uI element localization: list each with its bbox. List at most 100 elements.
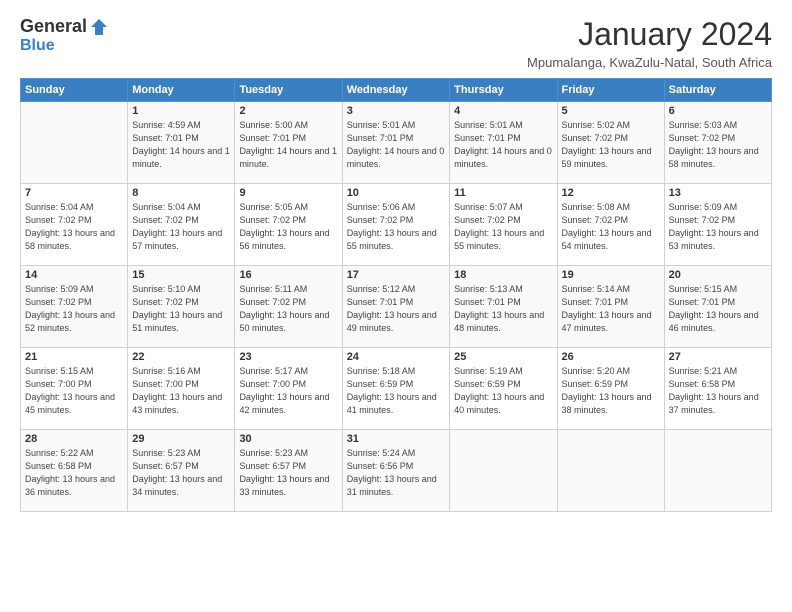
- table-row: 8 Sunrise: 5:04 AMSunset: 7:02 PMDayligh…: [128, 184, 235, 266]
- table-row: 25 Sunrise: 5:19 AMSunset: 6:59 PMDaylig…: [450, 348, 557, 430]
- logo: General Blue: [20, 16, 109, 55]
- day-info: Sunrise: 5:19 AMSunset: 6:59 PMDaylight:…: [454, 365, 552, 417]
- day-info: Sunrise: 5:05 AMSunset: 7:02 PMDaylight:…: [239, 201, 337, 253]
- table-row: 18 Sunrise: 5:13 AMSunset: 7:01 PMDaylig…: [450, 266, 557, 348]
- day-info: Sunrise: 5:02 AMSunset: 7:02 PMDaylight:…: [562, 119, 660, 171]
- table-row: 12 Sunrise: 5:08 AMSunset: 7:02 PMDaylig…: [557, 184, 664, 266]
- calendar-body: 1 Sunrise: 4:59 AMSunset: 7:01 PMDayligh…: [21, 102, 772, 512]
- table-row: 30 Sunrise: 5:23 AMSunset: 6:57 PMDaylig…: [235, 430, 342, 512]
- day-number: 5: [562, 105, 660, 117]
- day-number: 29: [132, 433, 230, 445]
- day-number: 20: [669, 269, 767, 281]
- day-info: Sunrise: 5:11 AMSunset: 7:02 PMDaylight:…: [239, 283, 337, 335]
- day-number: 3: [347, 105, 445, 117]
- title-block: January 2024 Mpumalanga, KwaZulu-Natal, …: [527, 16, 772, 70]
- day-info: Sunrise: 5:09 AMSunset: 7:02 PMDaylight:…: [25, 283, 123, 335]
- table-row: 21 Sunrise: 5:15 AMSunset: 7:00 PMDaylig…: [21, 348, 128, 430]
- day-number: 22: [132, 351, 230, 363]
- day-info: Sunrise: 5:22 AMSunset: 6:58 PMDaylight:…: [25, 447, 123, 499]
- day-info: Sunrise: 5:08 AMSunset: 7:02 PMDaylight:…: [562, 201, 660, 253]
- day-info: Sunrise: 5:07 AMSunset: 7:02 PMDaylight:…: [454, 201, 552, 253]
- day-number: 2: [239, 105, 337, 117]
- table-row: 15 Sunrise: 5:10 AMSunset: 7:02 PMDaylig…: [128, 266, 235, 348]
- table-row: 23 Sunrise: 5:17 AMSunset: 7:00 PMDaylig…: [235, 348, 342, 430]
- table-row: 28 Sunrise: 5:22 AMSunset: 6:58 PMDaylig…: [21, 430, 128, 512]
- table-row: 26 Sunrise: 5:20 AMSunset: 6:59 PMDaylig…: [557, 348, 664, 430]
- table-row: [450, 430, 557, 512]
- day-number: 18: [454, 269, 552, 281]
- day-number: 25: [454, 351, 552, 363]
- table-row: 22 Sunrise: 5:16 AMSunset: 7:00 PMDaylig…: [128, 348, 235, 430]
- day-number: 9: [239, 187, 337, 199]
- day-number: 10: [347, 187, 445, 199]
- table-row: 13 Sunrise: 5:09 AMSunset: 7:02 PMDaylig…: [664, 184, 771, 266]
- day-info: Sunrise: 5:04 AMSunset: 7:02 PMDaylight:…: [25, 201, 123, 253]
- day-number: 23: [239, 351, 337, 363]
- day-number: 11: [454, 187, 552, 199]
- day-info: Sunrise: 5:20 AMSunset: 6:59 PMDaylight:…: [562, 365, 660, 417]
- day-info: Sunrise: 5:13 AMSunset: 7:01 PMDaylight:…: [454, 283, 552, 335]
- day-number: 8: [132, 187, 230, 199]
- page-header: General Blue January 2024 Mpumalanga, Kw…: [20, 16, 772, 70]
- table-row: 20 Sunrise: 5:15 AMSunset: 7:01 PMDaylig…: [664, 266, 771, 348]
- day-info: Sunrise: 5:10 AMSunset: 7:02 PMDaylight:…: [132, 283, 230, 335]
- table-row: 31 Sunrise: 5:24 AMSunset: 6:56 PMDaylig…: [342, 430, 449, 512]
- table-row: 5 Sunrise: 5:02 AMSunset: 7:02 PMDayligh…: [557, 102, 664, 184]
- day-info: Sunrise: 5:18 AMSunset: 6:59 PMDaylight:…: [347, 365, 445, 417]
- table-row: 9 Sunrise: 5:05 AMSunset: 7:02 PMDayligh…: [235, 184, 342, 266]
- header-friday: Friday: [557, 79, 664, 102]
- table-row: 16 Sunrise: 5:11 AMSunset: 7:02 PMDaylig…: [235, 266, 342, 348]
- day-number: 7: [25, 187, 123, 199]
- day-info: Sunrise: 5:17 AMSunset: 7:00 PMDaylight:…: [239, 365, 337, 417]
- table-row: 10 Sunrise: 5:06 AMSunset: 7:02 PMDaylig…: [342, 184, 449, 266]
- logo-blue: Blue: [20, 37, 55, 54]
- table-row: 27 Sunrise: 5:21 AMSunset: 6:58 PMDaylig…: [664, 348, 771, 430]
- table-row: 19 Sunrise: 5:14 AMSunset: 7:01 PMDaylig…: [557, 266, 664, 348]
- day-number: 24: [347, 351, 445, 363]
- day-number: 21: [25, 351, 123, 363]
- day-info: Sunrise: 5:01 AMSunset: 7:01 PMDaylight:…: [454, 119, 552, 171]
- day-number: 14: [25, 269, 123, 281]
- header-monday: Monday: [128, 79, 235, 102]
- day-info: Sunrise: 5:12 AMSunset: 7:01 PMDaylight:…: [347, 283, 445, 335]
- day-info: Sunrise: 5:15 AMSunset: 7:01 PMDaylight:…: [669, 283, 767, 335]
- table-row: 6 Sunrise: 5:03 AMSunset: 7:02 PMDayligh…: [664, 102, 771, 184]
- header-saturday: Saturday: [664, 79, 771, 102]
- month-title: January 2024: [527, 16, 772, 53]
- header-thursday: Thursday: [450, 79, 557, 102]
- day-number: 1: [132, 105, 230, 117]
- day-info: Sunrise: 5:03 AMSunset: 7:02 PMDaylight:…: [669, 119, 767, 171]
- day-number: 17: [347, 269, 445, 281]
- day-number: 4: [454, 105, 552, 117]
- logo-general: General: [20, 16, 87, 37]
- day-number: 31: [347, 433, 445, 445]
- day-info: Sunrise: 5:04 AMSunset: 7:02 PMDaylight:…: [132, 201, 230, 253]
- table-row: [557, 430, 664, 512]
- header-wednesday: Wednesday: [342, 79, 449, 102]
- day-number: 19: [562, 269, 660, 281]
- day-info: Sunrise: 4:59 AMSunset: 7:01 PMDaylight:…: [132, 119, 230, 171]
- table-row: 4 Sunrise: 5:01 AMSunset: 7:01 PMDayligh…: [450, 102, 557, 184]
- day-number: 13: [669, 187, 767, 199]
- day-info: Sunrise: 5:15 AMSunset: 7:00 PMDaylight:…: [25, 365, 123, 417]
- day-info: Sunrise: 5:06 AMSunset: 7:02 PMDaylight:…: [347, 201, 445, 253]
- day-info: Sunrise: 5:00 AMSunset: 7:01 PMDaylight:…: [239, 119, 337, 171]
- table-row: 7 Sunrise: 5:04 AMSunset: 7:02 PMDayligh…: [21, 184, 128, 266]
- table-row: 11 Sunrise: 5:07 AMSunset: 7:02 PMDaylig…: [450, 184, 557, 266]
- day-number: 26: [562, 351, 660, 363]
- day-number: 16: [239, 269, 337, 281]
- day-info: Sunrise: 5:16 AMSunset: 7:00 PMDaylight:…: [132, 365, 230, 417]
- day-number: 27: [669, 351, 767, 363]
- table-row: [21, 102, 128, 184]
- day-info: Sunrise: 5:23 AMSunset: 6:57 PMDaylight:…: [239, 447, 337, 499]
- day-number: 15: [132, 269, 230, 281]
- table-row: 29 Sunrise: 5:23 AMSunset: 6:57 PMDaylig…: [128, 430, 235, 512]
- logo-icon: [89, 17, 109, 37]
- table-row: 14 Sunrise: 5:09 AMSunset: 7:02 PMDaylig…: [21, 266, 128, 348]
- day-info: Sunrise: 5:14 AMSunset: 7:01 PMDaylight:…: [562, 283, 660, 335]
- day-number: 28: [25, 433, 123, 445]
- day-info: Sunrise: 5:23 AMSunset: 6:57 PMDaylight:…: [132, 447, 230, 499]
- day-number: 12: [562, 187, 660, 199]
- header-sunday: Sunday: [21, 79, 128, 102]
- day-number: 6: [669, 105, 767, 117]
